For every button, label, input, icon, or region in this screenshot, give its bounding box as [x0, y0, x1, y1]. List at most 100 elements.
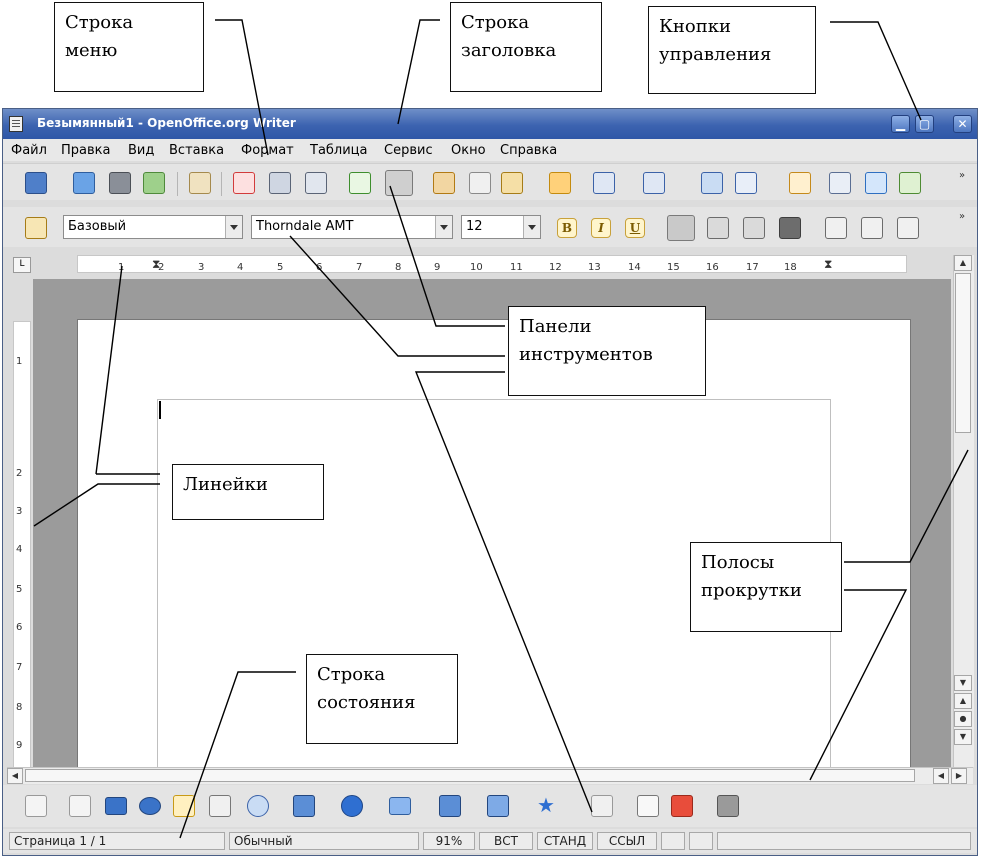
status-document-modified[interactable] — [661, 832, 685, 850]
bullets-icon[interactable] — [861, 217, 883, 239]
menu-view[interactable]: Вид — [128, 143, 154, 158]
print-preview-icon[interactable] — [305, 172, 327, 194]
scroll-up-icon[interactable]: ▲ — [954, 255, 972, 271]
menu-edit[interactable]: Правка — [61, 143, 110, 158]
cut-icon[interactable] — [433, 172, 455, 194]
numbering-icon[interactable] — [825, 217, 847, 239]
horizontal-ruler[interactable]: 1 2 3 4 5 6 7 8 9 10 11 12 13 14 15 16 1… — [77, 255, 907, 273]
align-right-icon[interactable] — [743, 217, 765, 239]
show-draw-functions-icon[interactable] — [789, 172, 811, 194]
menu-file[interactable]: Файл — [11, 143, 47, 158]
close-button[interactable]: ✕ — [953, 115, 972, 133]
find-replace-icon[interactable] — [829, 172, 851, 194]
menu-insert[interactable]: Вставка — [169, 143, 224, 158]
vertical-scrollbar[interactable]: ▲ ▼ ▲ ● ▼ — [953, 255, 974, 767]
stars-icon[interactable]: ★ — [535, 795, 557, 817]
menu-tools[interactable]: Сервис — [384, 143, 433, 158]
status-zoom[interactable]: 91% — [423, 832, 475, 850]
edit-file-icon[interactable] — [189, 172, 211, 194]
underline-button[interactable]: U — [625, 218, 645, 238]
fontwork-icon[interactable] — [637, 795, 659, 817]
redo-icon[interactable] — [643, 172, 665, 194]
scroll-right-icon[interactable]: ▶ — [951, 768, 967, 784]
undo-icon[interactable] — [593, 172, 615, 194]
print-icon[interactable] — [269, 172, 291, 194]
ellipse-icon[interactable] — [139, 797, 161, 815]
drawing-toolbar: ★ — [3, 785, 977, 827]
bold-button[interactable]: B — [557, 218, 577, 238]
select-pointer-icon[interactable] — [25, 795, 47, 817]
toolbar-overflow-icon[interactable]: » — [959, 211, 965, 222]
chevron-down-icon[interactable] — [435, 216, 452, 238]
symbol-shapes-icon[interactable] — [341, 795, 363, 817]
paste-icon[interactable] — [501, 172, 523, 194]
menu-format[interactable]: Формат — [241, 143, 294, 158]
menu-table[interactable]: Таблица — [310, 143, 368, 158]
horizontal-scroll-thumb[interactable] — [25, 769, 915, 782]
gallery-icon[interactable] — [899, 172, 921, 194]
callouts-shapes-icon[interactable] — [487, 795, 509, 817]
rectangle-icon[interactable] — [105, 797, 127, 815]
open-icon[interactable] — [73, 172, 95, 194]
paragraph-style-select[interactable]: Базовый — [63, 215, 243, 239]
title-bar[interactable]: Безымянный1 - OpenOffice.org Writer ▁ ▢ … — [3, 109, 977, 139]
basic-shapes-icon[interactable] — [293, 795, 315, 817]
status-object-info — [717, 832, 971, 850]
line-icon[interactable] — [69, 795, 91, 817]
status-page-style[interactable]: Обычный — [229, 832, 419, 850]
right-indent-marker-icon[interactable]: ⧗ — [824, 257, 832, 272]
clone-formatting-icon[interactable] — [549, 172, 571, 194]
italic-button[interactable]: I — [591, 218, 611, 238]
new-document-icon[interactable] — [25, 172, 47, 194]
email-icon[interactable] — [143, 172, 165, 194]
restore-button[interactable]: ▢ — [915, 115, 934, 133]
callouts-icon[interactable] — [247, 795, 269, 817]
navigator-icon[interactable] — [865, 172, 887, 194]
text-icon[interactable] — [209, 795, 231, 817]
previous-page-icon[interactable]: ▲ — [954, 693, 972, 709]
extrusion-icon[interactable] — [717, 795, 739, 817]
status-insert-mode[interactable]: ВСТ — [479, 832, 533, 850]
table-icon[interactable] — [735, 172, 757, 194]
status-hyperlink-mode[interactable]: ССЫЛ — [597, 832, 657, 850]
save-icon[interactable] — [109, 172, 131, 194]
block-arrows-icon[interactable] — [389, 797, 411, 815]
horizontal-scrollbar[interactable]: ◀ ◀ ▶ — [7, 767, 973, 784]
hyperlink-icon[interactable] — [701, 172, 723, 194]
autospellcheck-icon[interactable] — [385, 170, 413, 196]
from-file-icon[interactable] — [671, 795, 693, 817]
menu-window[interactable]: Окно — [451, 143, 486, 158]
styles-formatting-icon[interactable] — [25, 217, 47, 239]
font-size-select[interactable]: 12 — [461, 215, 541, 239]
minimize-button[interactable]: ▁ — [891, 115, 910, 133]
vertical-ruler[interactable]: 1 2 3 4 5 6 7 8 9 — [13, 321, 31, 771]
freeform-line-icon[interactable] — [173, 795, 195, 817]
status-page[interactable]: Страница 1 / 1 — [9, 832, 225, 850]
left-indent-marker-icon[interactable]: ⧗ — [152, 257, 160, 272]
navigation-icon[interactable]: ● — [954, 711, 972, 727]
font-name-select[interactable]: Thorndale AMT — [251, 215, 453, 239]
callout-control-buttons: Кнопки управления — [648, 6, 816, 94]
toolbar-overflow-icon[interactable]: » — [959, 170, 965, 181]
scroll-left-icon[interactable]: ◀ — [933, 768, 949, 784]
scroll-down-icon[interactable]: ▼ — [954, 675, 972, 691]
points-icon[interactable] — [591, 795, 613, 817]
vertical-scroll-thumb[interactable] — [955, 273, 971, 433]
status-selection-mode[interactable]: СТАНД — [537, 832, 593, 850]
justify-icon[interactable] — [779, 217, 801, 239]
flowcharts-icon[interactable] — [439, 795, 461, 817]
indent-icon[interactable] — [897, 217, 919, 239]
chevron-down-icon[interactable] — [225, 216, 242, 238]
copy-icon[interactable] — [469, 172, 491, 194]
status-digital-signature[interactable] — [689, 832, 713, 850]
tab-stop-selector[interactable]: L — [13, 257, 31, 273]
scroll-left-icon[interactable]: ◀ — [7, 768, 23, 784]
ruler-label: 17 — [746, 262, 759, 273]
align-center-icon[interactable] — [707, 217, 729, 239]
align-left-icon[interactable] — [667, 215, 695, 241]
pdf-export-icon[interactable] — [233, 172, 255, 194]
spellcheck-icon[interactable] — [349, 172, 371, 194]
next-page-icon[interactable]: ▼ — [954, 729, 972, 745]
chevron-down-icon[interactable] — [523, 216, 540, 238]
menu-help[interactable]: Справка — [500, 143, 557, 158]
